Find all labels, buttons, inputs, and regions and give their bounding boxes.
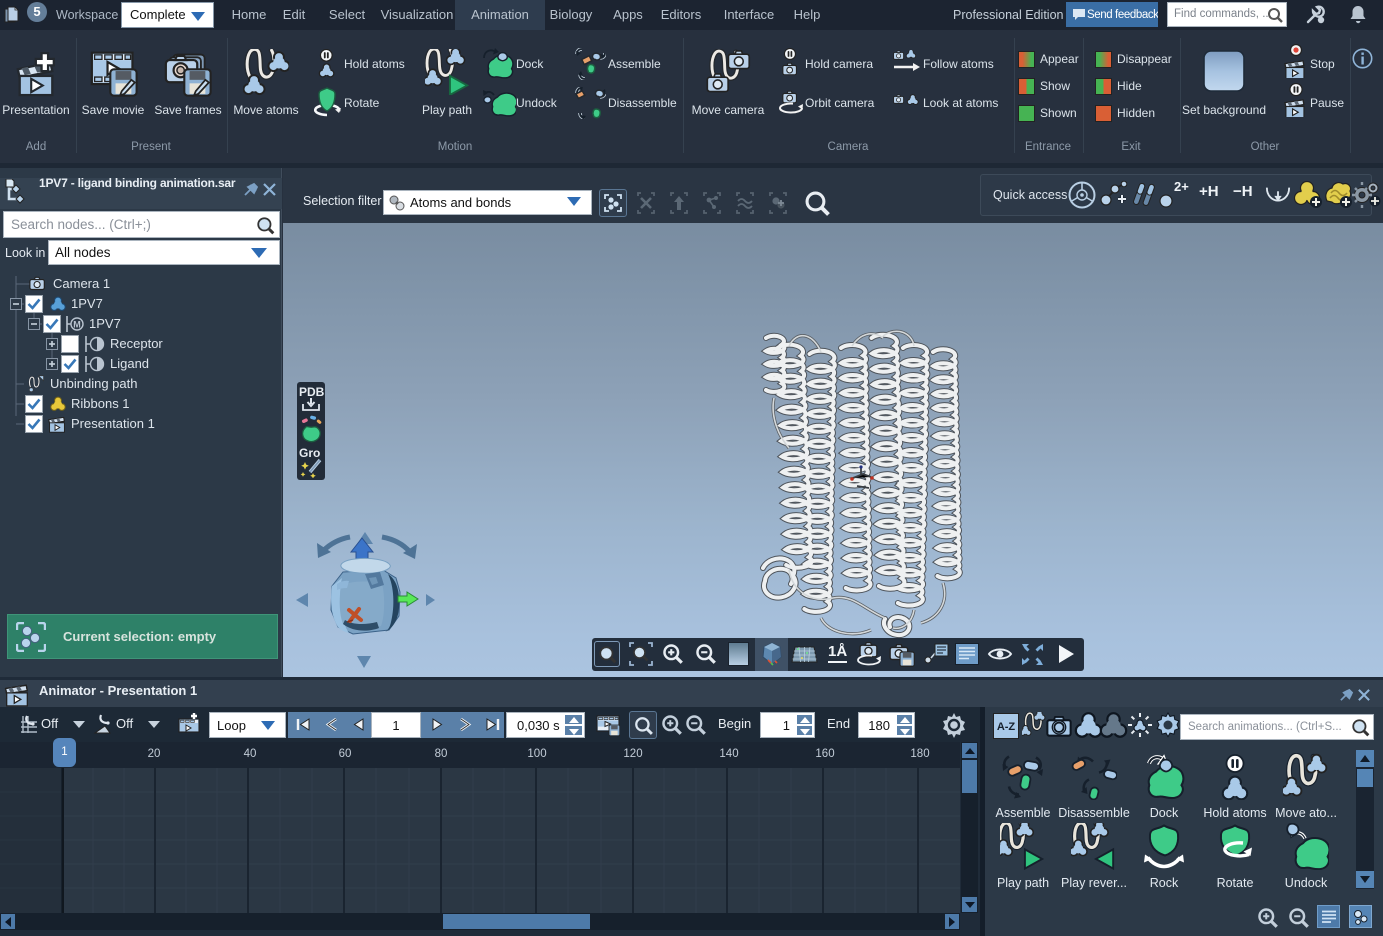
svg-text:M: M — [73, 320, 81, 330]
svg-text:2+: 2+ — [1174, 179, 1189, 194]
